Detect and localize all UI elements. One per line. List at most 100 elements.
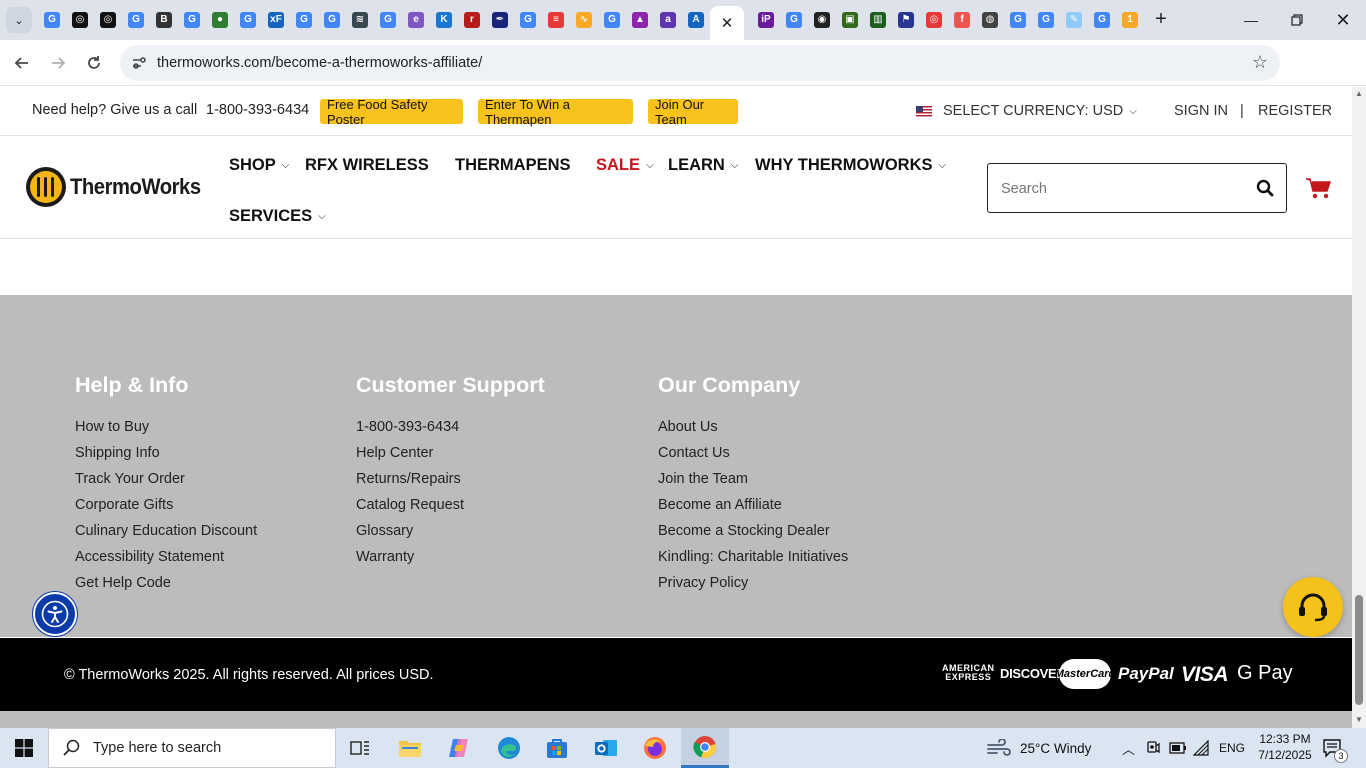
browser-tab[interactable]: G	[290, 6, 318, 34]
sign-in-link[interactable]: SIGN IN	[1174, 103, 1228, 119]
browser-tab[interactable]: G	[514, 6, 542, 34]
browser-tab[interactable]: A	[682, 6, 710, 34]
new-tab-button[interactable]: +	[1150, 8, 1172, 30]
nav-services[interactable]: SERVICES ⌵	[229, 207, 326, 226]
firefox-button[interactable]	[631, 728, 679, 768]
register-link[interactable]: REGISTER	[1258, 103, 1332, 119]
copilot-button[interactable]	[435, 728, 483, 768]
footer-link[interactable]: Get Help Code	[75, 570, 257, 596]
bookmark-star-icon[interactable]: ☆	[1252, 52, 1268, 73]
browser-tab[interactable]: e	[402, 6, 430, 34]
browser-tab[interactable]: G	[318, 6, 346, 34]
edge-button[interactable]	[485, 728, 533, 768]
system-clock[interactable]: 12:33 PM 7/12/2025	[1250, 731, 1320, 763]
footer-link[interactable]: Returns/Repairs	[356, 466, 545, 492]
footer-link[interactable]: Glossary	[356, 518, 545, 544]
page-scrollbar[interactable]: ▲ ▼	[1352, 87, 1366, 728]
browser-tab[interactable]: xF	[262, 6, 290, 34]
scrollbar-thumb[interactable]	[1355, 595, 1363, 705]
nav-why-thermoworks[interactable]: WHY THERMOWORKS ⌵	[755, 156, 946, 175]
browser-tab[interactable]: ▥	[864, 6, 892, 34]
browser-tab[interactable]: G	[178, 6, 206, 34]
chrome-button[interactable]	[681, 728, 729, 768]
browser-tab[interactable]: 1	[1116, 6, 1144, 34]
store-button[interactable]	[533, 728, 581, 768]
outlook-button[interactable]	[582, 728, 630, 768]
browser-tab[interactable]: iP	[752, 6, 780, 34]
browser-tab[interactable]: ◉	[808, 6, 836, 34]
phone-link[interactable]: 1-800-393-6434	[206, 102, 309, 118]
footer-link[interactable]: Culinary Education Discount	[75, 518, 257, 544]
battery-icon[interactable]	[1169, 728, 1187, 768]
tab-search-button[interactable]: ⌄	[6, 7, 32, 33]
footer-link[interactable]: Help Center	[356, 440, 545, 466]
footer-link[interactable]: Corporate Gifts	[75, 492, 257, 518]
scroll-up-arrow-icon[interactable]: ▲	[1354, 89, 1364, 99]
active-browser-tab[interactable]: ✕	[710, 6, 744, 40]
browser-tab[interactable]: G	[374, 6, 402, 34]
browser-tab[interactable]: ✎	[1060, 6, 1088, 34]
browser-tab[interactable]: f	[948, 6, 976, 34]
browser-tab[interactable]: G	[122, 6, 150, 34]
footer-link[interactable]: 1-800-393-6434	[356, 414, 545, 440]
browser-tab[interactable]: G	[598, 6, 626, 34]
nav-learn[interactable]: LEARN ⌵	[668, 156, 738, 175]
footer-link[interactable]: Catalog Request	[356, 492, 545, 518]
show-hidden-icons-button[interactable]: ︿	[1122, 728, 1135, 768]
restore-button[interactable]	[1274, 0, 1320, 40]
browser-tab[interactable]: ⚑	[892, 6, 920, 34]
browser-tab[interactable]: G	[1032, 6, 1060, 34]
browser-tab[interactable]: ▣	[836, 6, 864, 34]
browser-tab[interactable]: G	[234, 6, 262, 34]
browser-tab[interactable]: G	[780, 6, 808, 34]
browser-tab[interactable]: G	[1004, 6, 1032, 34]
forward-button[interactable]	[45, 50, 71, 76]
file-explorer-button[interactable]	[386, 728, 434, 768]
footer-link[interactable]: Privacy Policy	[658, 570, 848, 596]
browser-tab[interactable]: ≡	[542, 6, 570, 34]
cart-icon[interactable]	[1306, 177, 1332, 199]
join-team-button[interactable]: Join Our Team	[648, 97, 738, 127]
footer-link[interactable]: Shipping Info	[75, 440, 257, 466]
currency-selector[interactable]: SELECT CURRENCY: USD ⌵	[916, 103, 1137, 119]
footer-link[interactable]: Warranty	[356, 544, 545, 570]
footer-link[interactable]: Become a Stocking Dealer	[658, 518, 848, 544]
network-icon[interactable]	[1193, 728, 1211, 768]
browser-tab[interactable]: ●	[206, 6, 234, 34]
nav-shop[interactable]: SHOP ⌵	[229, 156, 289, 175]
taskbar-search-box[interactable]: Type here to search	[48, 728, 336, 768]
browser-tab[interactable]: ▲	[626, 6, 654, 34]
footer-link[interactable]: How to Buy	[75, 414, 257, 440]
browser-tab[interactable]: ◎	[94, 6, 122, 34]
footer-link[interactable]: Track Your Order	[75, 466, 257, 492]
task-view-button[interactable]	[336, 728, 384, 768]
address-bar[interactable]: thermoworks.com/become-a-thermoworks-aff…	[120, 45, 1280, 81]
footer-link[interactable]: Contact Us	[658, 440, 848, 466]
language-indicator[interactable]: ENG	[1219, 728, 1245, 768]
browser-tab[interactable]: G	[38, 6, 66, 34]
browser-tab[interactable]: K	[430, 6, 458, 34]
accessibility-button[interactable]	[33, 592, 77, 636]
browser-tab[interactable]: ◎	[66, 6, 94, 34]
thermoworks-logo[interactable]: ThermoWorks	[26, 167, 212, 207]
nav-thermapens[interactable]: THERMAPENS	[455, 156, 571, 175]
nav-rfx-wireless[interactable]: RFX WIRELESS	[305, 156, 429, 175]
reload-button[interactable]	[81, 50, 107, 76]
browser-tab[interactable]: B	[150, 6, 178, 34]
footer-link[interactable]: Accessibility Statement	[75, 544, 257, 570]
scroll-down-arrow-icon[interactable]: ▼	[1354, 715, 1364, 725]
footer-link[interactable]: About Us	[658, 414, 848, 440]
live-chat-button[interactable]	[1283, 577, 1343, 637]
footer-link[interactable]: Become an Affiliate	[658, 492, 848, 518]
free-poster-button[interactable]: Free Food Safety Poster	[320, 97, 463, 127]
meet-now-icon[interactable]	[1145, 728, 1161, 768]
weather-widget[interactable]: 25°C Windy	[986, 728, 1091, 768]
footer-link[interactable]: Join the Team	[658, 466, 848, 492]
search-icon[interactable]	[1256, 179, 1274, 197]
browser-tab[interactable]: a	[654, 6, 682, 34]
back-button[interactable]	[9, 50, 35, 76]
search-input[interactable]	[1001, 178, 1241, 200]
win-thermapen-button[interactable]: Enter To Win a Thermapen	[478, 97, 633, 127]
url-text[interactable]: thermoworks.com/become-a-thermoworks-aff…	[157, 55, 482, 71]
site-info-icon[interactable]	[130, 54, 148, 72]
